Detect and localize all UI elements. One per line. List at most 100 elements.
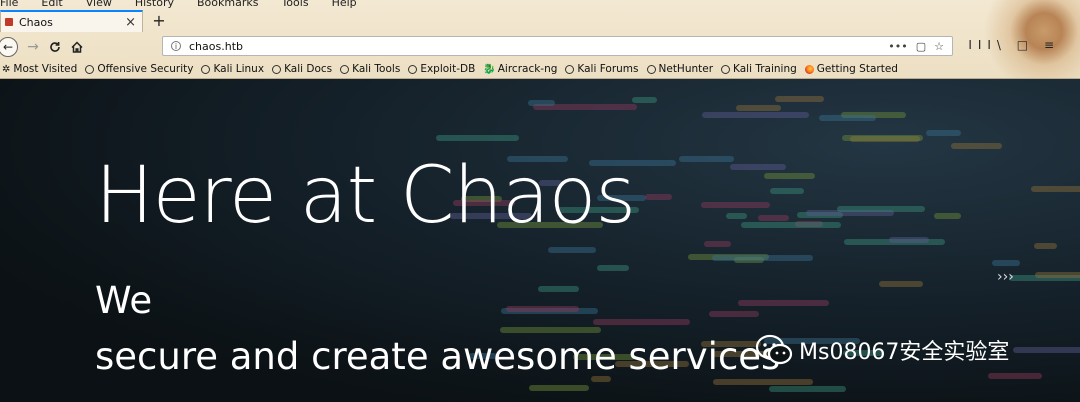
close-tab-icon[interactable]: × (125, 15, 136, 30)
hero-line2: secure and create awesome services (95, 335, 781, 378)
code-line (774, 96, 825, 103)
menu-bar: File Edit View History Bookmarks Tools H… (0, 0, 380, 9)
bookmark-getting-started[interactable]: Getting Started (804, 63, 898, 75)
code-line (933, 212, 962, 219)
bookmark-most-visited[interactable]: ✲ Most Visited (2, 63, 77, 75)
firefox-icon (804, 64, 814, 74)
bookmark-exploit-db[interactable]: Exploit-DB (408, 63, 475, 75)
code-line (645, 194, 673, 201)
watermark: Ms08067安全实验室 (755, 334, 1009, 366)
back-button[interactable]: ← (0, 36, 18, 57)
bookmark-label: Aircrack-ng (497, 63, 558, 75)
hero-line1: We (95, 279, 153, 322)
globe-icon (272, 64, 282, 74)
favicon-icon (5, 18, 13, 26)
tab-chaos[interactable]: Chaos × (0, 10, 143, 32)
code-line (1031, 186, 1080, 193)
code-line (992, 259, 1020, 266)
tab-title: Chaos (19, 15, 53, 29)
code-line (888, 236, 930, 243)
bookmark-kali-docs[interactable]: Kali Docs (272, 63, 332, 75)
code-line (1035, 271, 1080, 278)
globe-icon (340, 64, 350, 74)
code-line (529, 384, 590, 391)
globe-icon (565, 64, 575, 74)
globe-icon (201, 64, 211, 74)
bookmark-label: Kali Linux (213, 63, 265, 75)
code-line (725, 213, 747, 220)
new-tab-button[interactable]: + (150, 10, 168, 32)
code-line (1013, 347, 1080, 354)
bookmark-kali-training[interactable]: Kali Training (721, 63, 797, 75)
menu-bookmarks[interactable]: Bookmarks (197, 0, 258, 9)
bookmark-kali-linux[interactable]: Kali Linux (201, 63, 264, 75)
code-line (548, 247, 597, 254)
bookmark-label: Kali Docs (284, 63, 333, 75)
pocket-icon[interactable]: ▢ (916, 40, 926, 53)
bookmark-offensive-security[interactable]: Offensive Security (85, 63, 193, 75)
code-line (738, 299, 830, 306)
info-icon[interactable]: i (171, 41, 181, 51)
globe-icon (646, 64, 656, 74)
code-line (837, 206, 926, 213)
code-line (768, 385, 846, 392)
code-line (708, 310, 760, 317)
menu-history[interactable]: History (135, 0, 174, 9)
home-button[interactable] (66, 36, 88, 58)
bookmark-star-icon[interactable]: ☆ (934, 40, 944, 53)
globe-icon (408, 64, 418, 74)
code-line (763, 172, 815, 179)
url-text: chaos.htb (189, 39, 243, 53)
url-bar[interactable]: i chaos.htb ••• ▢ ☆ (162, 36, 953, 56)
dragon-icon: 🐉 (483, 63, 496, 75)
code-line (500, 326, 601, 333)
code-line (596, 264, 629, 271)
code-line (819, 114, 876, 121)
code-line (713, 379, 814, 386)
code-line (435, 135, 520, 142)
menu-help[interactable]: Help (332, 0, 357, 9)
menu-file[interactable]: File (0, 0, 18, 9)
bookmark-label: Most Visited (13, 63, 78, 75)
next-slide-arrows[interactable]: ››› (997, 269, 1014, 285)
code-line (878, 280, 923, 287)
menu-view[interactable]: View (86, 0, 112, 9)
code-line (593, 318, 691, 325)
code-line (711, 255, 813, 261)
reload-button[interactable] (44, 36, 66, 58)
nav-bar: ← → i chaos.htb ••• ▢ ☆ III\ □ ≡ (0, 34, 1080, 59)
code-line (841, 135, 923, 142)
code-line (631, 97, 657, 104)
bookmark-kali-forums[interactable]: Kali Forums (565, 63, 639, 75)
bookmark-label: Offensive Security (97, 63, 194, 75)
code-line (1034, 243, 1058, 250)
bookmark-label: Kali Tools (352, 63, 401, 75)
bookmark-label: Kali Forums (577, 63, 639, 75)
bookmark-label: NetHunter (658, 63, 714, 75)
menu-edit[interactable]: Edit (41, 0, 62, 9)
code-line (537, 286, 579, 293)
code-line (925, 129, 961, 136)
code-line (701, 202, 770, 209)
reload-icon (50, 41, 60, 52)
forward-button[interactable]: → (22, 36, 44, 58)
bookmark-kali-tools[interactable]: Kali Tools (340, 63, 400, 75)
code-line (703, 240, 731, 247)
code-line (758, 215, 789, 222)
code-line (679, 155, 735, 162)
menu-tools[interactable]: Tools (281, 0, 308, 9)
browser-chrome: File Edit View History Bookmarks Tools H… (0, 0, 1080, 79)
globe-icon (721, 64, 731, 74)
toolbar-right-icons[interactable]: III\ □ ≡ (968, 38, 1060, 52)
code-line (741, 222, 841, 229)
code-line (736, 104, 782, 111)
bookmark-nethunter[interactable]: NetHunter (646, 63, 714, 75)
bookmark-label: Getting Started (816, 63, 898, 75)
gear-icon: ✲ (2, 63, 11, 75)
bookmark-aircrack-ng[interactable]: 🐉 Aircrack-ng (483, 63, 557, 75)
hero-title: Here at Chaos (95, 151, 636, 241)
code-line (730, 164, 787, 171)
bookmark-label: Exploit-DB (420, 63, 476, 75)
code-line (987, 373, 1042, 380)
page-actions-icon[interactable]: ••• (888, 40, 907, 53)
